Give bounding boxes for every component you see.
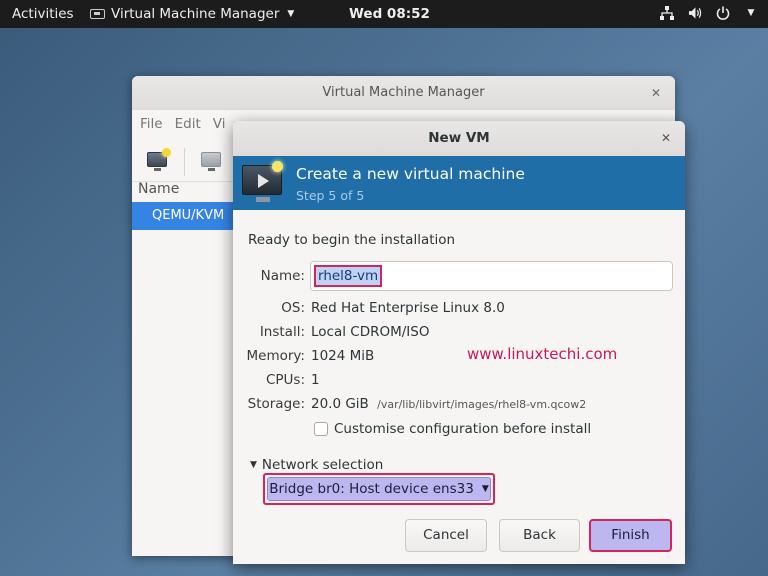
ready-text: Ready to begin the installation [248,232,456,248]
expander-down-icon: ▼ [250,460,257,470]
customise-checkbox[interactable] [314,422,328,436]
name-label: Name: [260,268,305,284]
app-menu[interactable]: Virtual Machine Manager ▼ [90,6,294,22]
install-label: Install: [259,324,305,340]
back-button[interactable]: Back [499,519,580,552]
menu-file[interactable]: File [140,116,163,132]
toolbar-separator [184,148,185,176]
chevron-down-icon[interactable]: ▼ [744,5,758,21]
cpus-label: CPUs: [265,372,305,388]
vmm-title: Virtual Machine Manager [322,85,485,100]
finish-button[interactable]: Finish [589,519,672,552]
watermark-text: www.linuxtechi.com [467,345,618,363]
new-star-icon [162,148,171,157]
chevron-down-icon: ▼ [481,484,489,494]
open-console-button[interactable] [198,148,224,174]
memory-value: 1024 MiB [311,348,375,364]
customise-checkbox-row[interactable]: Customise configuration before install [314,421,591,437]
cpus-value: 1 [311,372,320,388]
storage-label: Storage: [247,396,305,412]
os-label: OS: [281,300,305,316]
network-icon[interactable] [660,5,674,21]
menu-edit[interactable]: Edit [175,116,201,132]
banner-title: Create a new virtual machine [296,165,525,183]
system-tray[interactable]: ▼ [660,5,758,21]
top-bar: Activities Virtual Machine Manager ▼ Wed… [0,0,768,28]
banner-step: Step 5 of 5 [296,188,365,203]
vmm-titlebar[interactable]: Virtual Machine Manager ✕ [132,76,675,110]
network-dropdown-inner: Bridge br0: Host device ens33 ▼ [267,477,491,501]
os-value: Red Hat Enterprise Linux 8.0 [311,300,505,316]
close-icon[interactable]: ✕ [651,76,661,110]
network-dropdown[interactable]: Bridge br0: Host device ens33 ▼ [263,473,495,505]
list-header-name[interactable]: Name [138,181,179,197]
storage-value: 20.0 GiB [311,396,369,412]
power-icon[interactable] [716,5,730,21]
install-value: Local CDROM/ISO [311,324,430,340]
app-menu-label: Virtual Machine Manager [111,6,280,22]
list-item[interactable]: QEMU/KVM [132,202,236,230]
vmm-menubar: File Edit Vi [140,116,225,132]
dialog-titlebar[interactable]: New VM ✕ [233,121,685,156]
monitor-icon [201,152,221,171]
network-dropdown-value: Bridge br0: Host device ens33 [269,481,474,497]
dialog-title: New VM [428,130,490,146]
name-field-value: rhel8-vm [314,265,383,287]
close-icon[interactable]: ✕ [661,121,671,156]
network-selection-label: Network selection [261,457,384,473]
name-field[interactable]: rhel8-vm [310,261,673,291]
memory-label: Memory: [246,348,305,364]
connection-label: QEMU/KVM [152,208,225,223]
new-vm-dialog: New VM ✕ Create a new virtual machine St… [233,121,685,564]
storage-value-row: 20.0 GiB /var/lib/libvirt/images/rhel8-v… [311,396,586,412]
new-star-icon [272,161,283,172]
menu-view[interactable]: Vi [213,116,226,132]
storage-path: /var/lib/libvirt/images/rhel8-vm.qcow2 [377,398,587,411]
vmm-app-icon [90,9,105,19]
customise-label[interactable]: Customise configuration before install [334,421,591,437]
cancel-button[interactable]: Cancel [405,519,487,552]
clock[interactable]: Wed 08:52 [349,6,430,22]
network-selection-expander[interactable]: ▼ Network selection [250,457,383,473]
new-vm-button[interactable] [144,148,171,174]
volume-icon[interactable] [688,5,702,21]
wizard-banner: Create a new virtual machine Step 5 of 5 [233,156,685,210]
chevron-down-icon: ▼ [287,9,295,19]
activities-button[interactable]: Activities [12,6,74,22]
